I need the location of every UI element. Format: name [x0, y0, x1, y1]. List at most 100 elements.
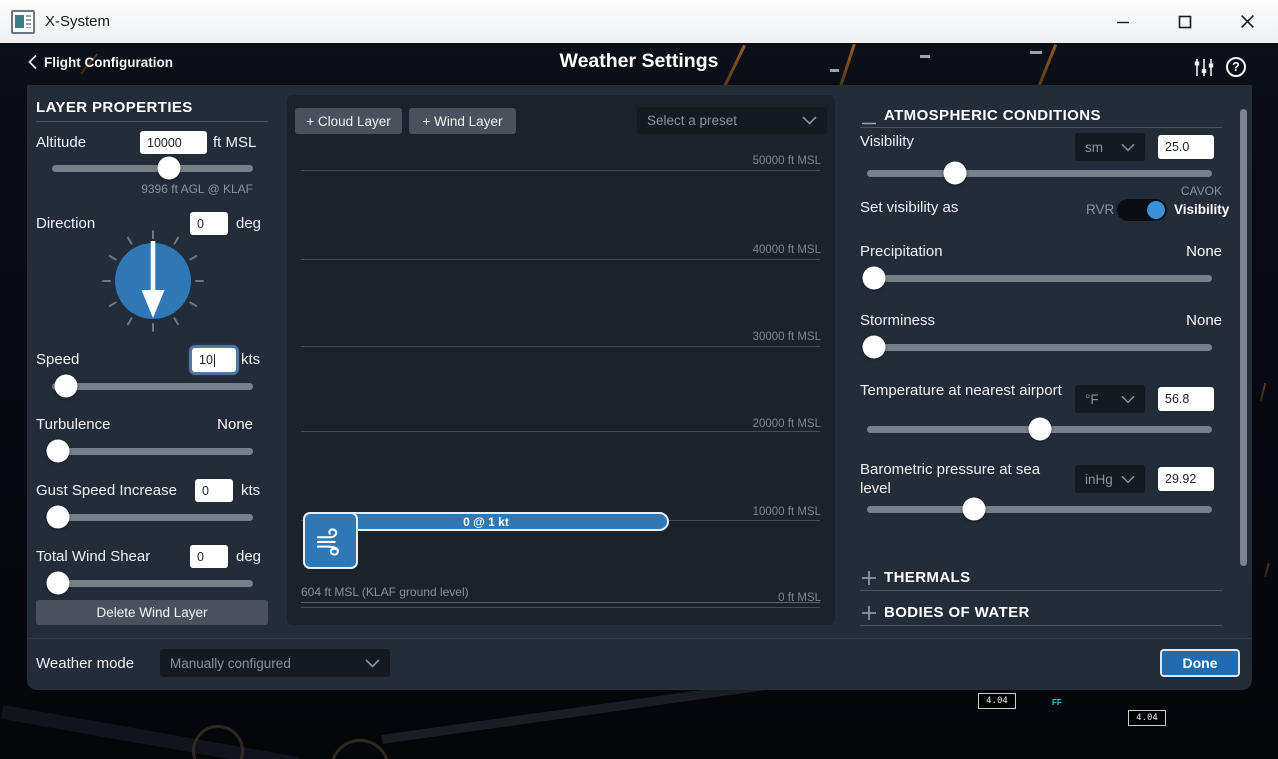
slider-knob[interactable]: [46, 571, 70, 595]
footer-divider: [27, 638, 1252, 639]
minus-icon: [862, 122, 876, 125]
slider-track: [52, 448, 253, 455]
turbulence-value: None: [217, 416, 253, 433]
sliders-icon: [1194, 59, 1214, 76]
altitude-gridline-label: 50000 ft MSL: [752, 155, 821, 167]
temperature-value: 56.8: [1165, 392, 1190, 406]
direction-label: Direction: [36, 215, 96, 232]
fuel-readout: 4.04: [978, 693, 1016, 709]
slider-knob[interactable]: [962, 497, 986, 521]
chevron-down-icon: [1121, 395, 1135, 403]
temperature-unit: °F: [1085, 391, 1099, 407]
maximize-button[interactable]: [1154, 0, 1216, 43]
pressure-slider[interactable]: [867, 497, 1212, 521]
speed-input[interactable]: 10: [192, 348, 236, 372]
altitude-value: 10000: [147, 135, 182, 150]
slider-knob[interactable]: [54, 374, 78, 398]
visibility-label: Visibility: [860, 133, 914, 150]
toggle-knob: [1147, 201, 1165, 219]
divider: [860, 590, 1222, 591]
pressure-unit: inHg: [1085, 471, 1113, 487]
close-button[interactable]: [1216, 0, 1278, 43]
fuel-readout: 4.04: [1128, 710, 1166, 726]
temperature-unit-select[interactable]: °F: [1075, 385, 1145, 413]
turbulence-slider[interactable]: [46, 439, 253, 463]
help-icon: ?: [1232, 60, 1240, 74]
ff-label: FF: [1052, 698, 1062, 707]
ground-level-label: 604 ft MSL (KLAF ground level): [301, 585, 469, 599]
wind-shear-input[interactable]: 0: [190, 545, 228, 568]
gust-speed-input[interactable]: 0: [195, 479, 233, 502]
speed-unit: kts: [241, 351, 261, 368]
advanced-settings-button[interactable]: [1193, 57, 1215, 83]
cockpit-glareshield: [1, 705, 299, 759]
bodies-of-water-heading[interactable]: BODIES OF WATER: [884, 604, 1030, 621]
pressure-unit-select[interactable]: inHg: [1075, 465, 1145, 493]
slider-track: [52, 580, 253, 587]
precipitation-value: None: [1186, 243, 1222, 260]
visibility-slider[interactable]: [867, 161, 1212, 185]
visibility-mode-label: Visibility: [1174, 202, 1230, 217]
add-cloud-layer-button[interactable]: + Cloud Layer: [295, 108, 402, 134]
altitude-gridline: [301, 170, 820, 171]
wind-icon: [316, 527, 339, 556]
wind-direction-dial[interactable]: [98, 223, 208, 344]
precipitation-slider[interactable]: [862, 266, 1212, 290]
compass-icon: [102, 230, 204, 332]
plus-icon: [862, 571, 876, 585]
ground-level-line: [301, 602, 820, 603]
app-icon: [11, 9, 35, 34]
help-button[interactable]: ?: [1226, 57, 1246, 77]
window-controls: [1092, 0, 1278, 43]
chevron-down-icon: [1121, 475, 1135, 483]
slider-knob[interactable]: [862, 266, 886, 290]
wind-layer-handle[interactable]: [303, 512, 358, 569]
weather-mode-select[interactable]: Manually configured: [160, 649, 390, 677]
gust-speed-value: 0: [202, 483, 209, 498]
slider-knob[interactable]: [943, 161, 967, 185]
minimize-button[interactable]: [1092, 0, 1154, 43]
pressure-input[interactable]: 29.92: [1158, 467, 1214, 491]
wind-shear-slider[interactable]: [46, 571, 253, 595]
delete-wind-layer-button[interactable]: Delete Wind Layer: [36, 600, 268, 625]
slider-knob[interactable]: [157, 156, 181, 180]
weather-mode-label: Weather mode: [36, 655, 135, 672]
slider-knob[interactable]: [862, 335, 886, 359]
altitude-gridline-label: 30000 ft MSL: [752, 331, 821, 343]
temperature-slider[interactable]: [867, 417, 1212, 441]
thermals-heading[interactable]: THERMALS: [884, 569, 971, 586]
slider-track: [52, 165, 253, 172]
visibility-mode-toggle[interactable]: [1117, 199, 1167, 221]
window-title: X-System: [45, 13, 111, 30]
minimize-icon: [1117, 21, 1129, 23]
slider-knob[interactable]: [46, 439, 70, 463]
text-caret: [213, 353, 215, 367]
altitude-gridline-label: 10000 ft MSL: [752, 506, 821, 518]
temperature-input[interactable]: 56.8: [1158, 387, 1214, 411]
altitude-slider[interactable]: [52, 156, 253, 180]
preset-select[interactable]: Select a preset: [637, 107, 827, 134]
right-panel-scrollbar[interactable]: [1240, 109, 1247, 566]
add-wind-layer-button[interactable]: + Wind Layer: [409, 108, 516, 134]
altitude-input[interactable]: 10000: [140, 131, 207, 154]
set-visibility-as-label: Set visibility as: [860, 199, 959, 216]
visibility-input[interactable]: 25.0: [1158, 135, 1214, 159]
chevron-down-icon: [365, 658, 380, 668]
altitude-gridline: [301, 259, 820, 260]
altitude-label: Altitude: [36, 134, 87, 151]
wind-shear-value: 0: [197, 549, 204, 564]
gust-speed-label: Gust Speed Increase: [36, 482, 177, 499]
expand-bodies-of-water-button[interactable]: [862, 606, 876, 625]
slider-knob[interactable]: [1028, 417, 1051, 441]
storminess-slider[interactable]: [862, 335, 1212, 359]
os-titlebar: X-System: [0, 0, 1278, 43]
visibility-unit: sm: [1085, 139, 1103, 155]
plus-icon: [862, 606, 876, 620]
done-button[interactable]: Done: [1160, 649, 1240, 677]
gust-speed-slider[interactable]: [46, 505, 253, 529]
slider-knob[interactable]: [46, 505, 70, 529]
visibility-unit-select[interactable]: sm: [1075, 133, 1145, 161]
speed-slider[interactable]: [52, 374, 253, 398]
expand-thermals-button[interactable]: [862, 571, 876, 590]
pressure-value: 29.92: [1165, 472, 1197, 486]
